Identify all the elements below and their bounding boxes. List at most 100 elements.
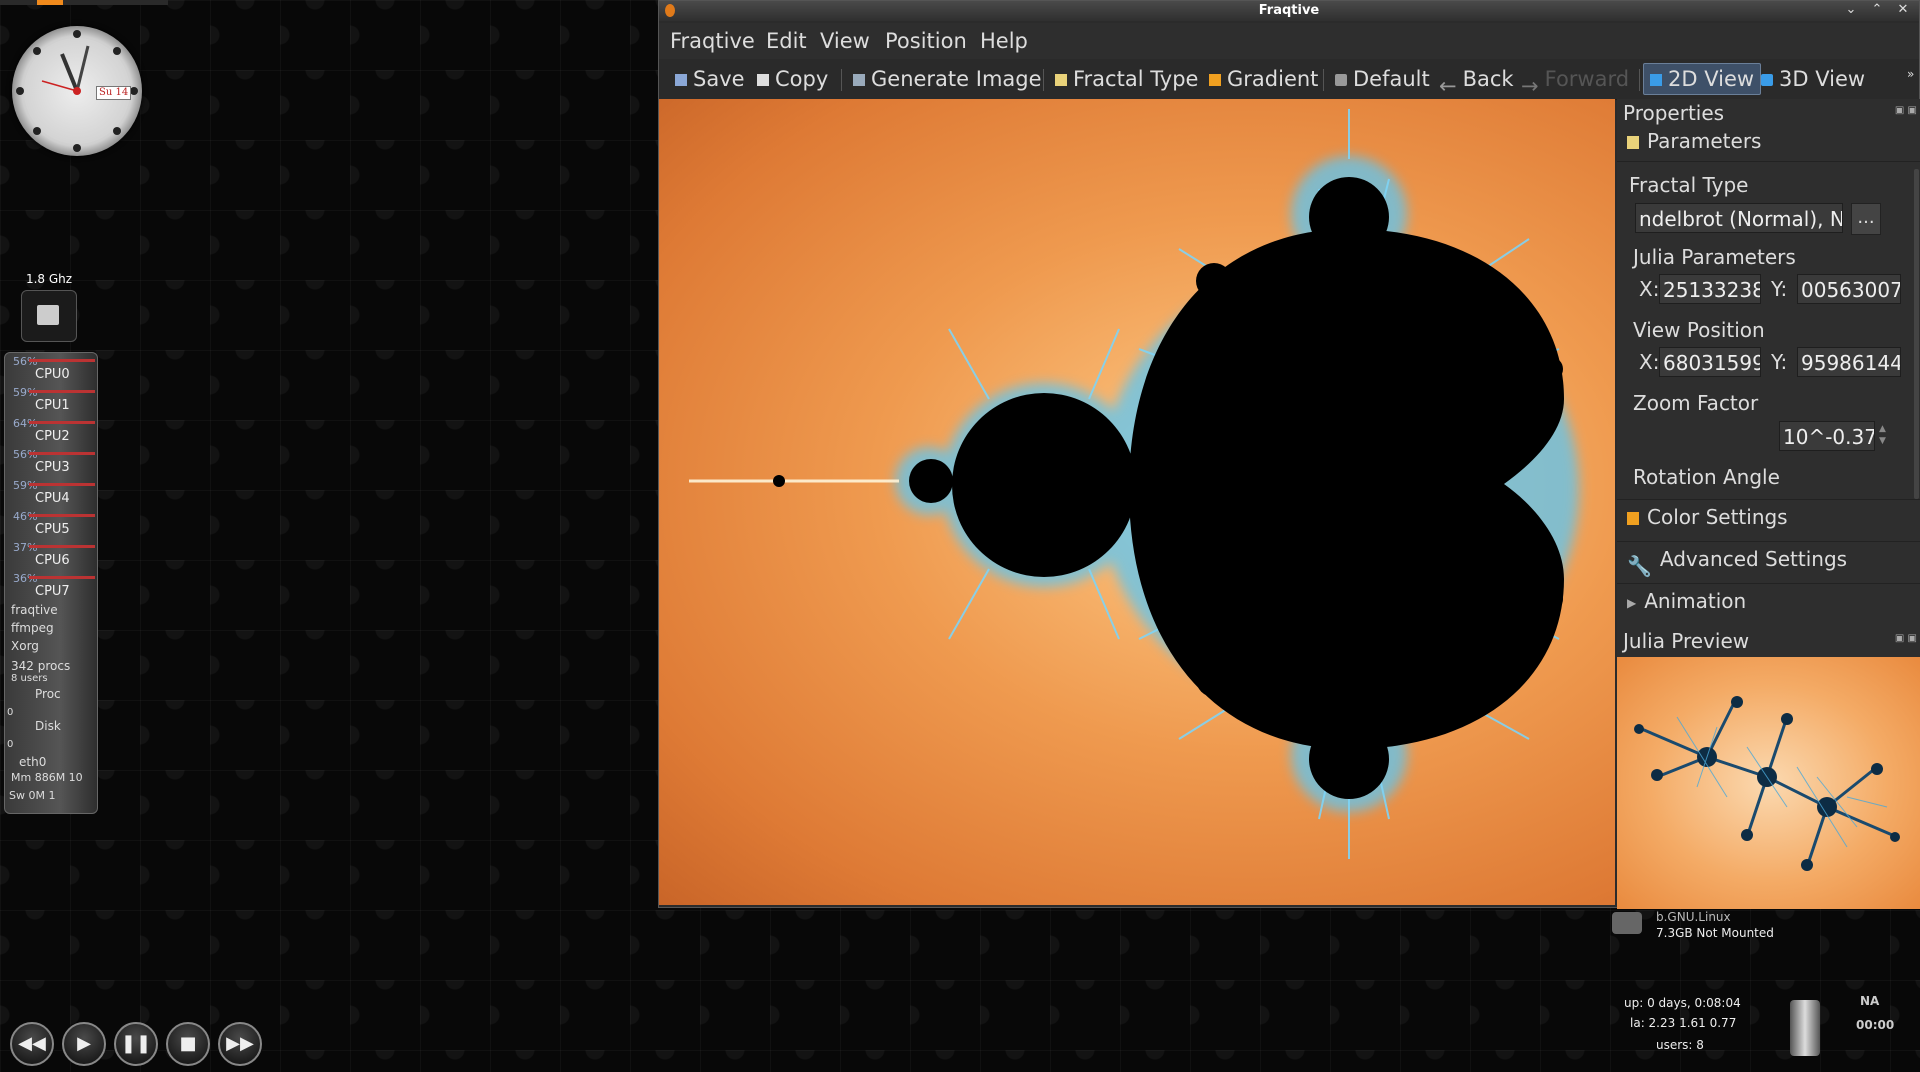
edit-icon <box>1055 74 1067 86</box>
fractal-canvas[interactable] <box>659 99 1615 905</box>
pause-button[interactable]: ❚❚ <box>114 1022 158 1066</box>
julia-preview-canvas[interactable] <box>1617 657 1920 909</box>
process-name: ffmpeg <box>11 621 54 635</box>
back-button[interactable]: ← Back <box>1439 67 1514 98</box>
generate-image-button[interactable]: Generate Image <box>853 67 1042 91</box>
load-average-text: la: 2.23 1.61 0.77 <box>1630 1016 1737 1030</box>
cpu-row: 37% CPU6 <box>9 541 99 571</box>
copy-icon <box>757 74 769 86</box>
gradient-button[interactable]: Gradient <box>1209 67 1318 91</box>
minimize-icon[interactable]: ⌄ <box>1841 2 1861 17</box>
julia-preview-title: Julia Preview <box>1623 629 1750 653</box>
stop-icon: ■ <box>179 1033 197 1054</box>
color-settings-section-header[interactable]: Color Settings <box>1627 505 1788 529</box>
users-text: users: 8 <box>1656 1038 1704 1052</box>
proc-label: Proc <box>35 687 61 701</box>
fractal-type-label: Fractal Type <box>1629 173 1749 197</box>
zoom-factor-label: Zoom Factor <box>1633 391 1759 415</box>
next-button[interactable]: ▶▶ <box>218 1022 262 1066</box>
maximize-icon[interactable]: ⌃ <box>1867 2 1887 17</box>
fast-forward-icon: ▶▶ <box>226 1033 254 1054</box>
forward-button[interactable]: → Forward <box>1521 67 1629 98</box>
memory-usage: Mm 886M 10 <box>11 771 83 784</box>
panel-float-close-icon[interactable]: ▣ ▣ <box>1895 105 1917 116</box>
julia-y-label: Y: <box>1771 277 1788 301</box>
cpu-frequency: 1.8 Ghz <box>25 272 73 286</box>
tab-3d-view[interactable]: 3D View <box>1761 67 1865 91</box>
cpu-row: 59% CPU4 <box>9 479 99 509</box>
animation-section-header[interactable]: ▶ Animation <box>1627 589 1746 613</box>
user-count-small: 8 users <box>11 673 48 684</box>
fractal-type-more-button[interactable]: ... <box>1851 203 1881 235</box>
main-toolbar: Save Copy Generate Image Fractal Type Gr… <box>659 59 1919 100</box>
zoom-factor-spinbox[interactable]: 10^-0.37 <box>1779 421 1875 451</box>
menu-view[interactable]: View <box>820 29 870 53</box>
window-titlebar[interactable]: Fraqtive ⌄ ⌃ ✕ <box>659 1 1919 21</box>
rewind-icon: ◀◀ <box>18 1033 46 1054</box>
menu-fraqtive[interactable]: Fraqtive <box>670 29 755 53</box>
play-button[interactable]: ▶ <box>62 1022 106 1066</box>
weather-time: 00:00 <box>1856 1018 1895 1032</box>
cpu-row: 46% CPU5 <box>9 510 99 540</box>
cpu-row: 56% CPU3 <box>9 448 99 478</box>
cpu-row: 64% CPU2 <box>9 417 99 447</box>
advanced-settings-section-header[interactable]: 🔧 Advanced Settings <box>1627 547 1847 578</box>
previous-button[interactable]: ◀◀ <box>10 1022 54 1066</box>
cube-icon <box>1761 74 1773 86</box>
default-button[interactable]: Default <box>1335 67 1430 91</box>
weather-na: NA <box>1860 994 1880 1008</box>
julia-y-field[interactable]: 00563007 <box>1797 274 1901 304</box>
toolbar-overflow-icon[interactable]: » <box>1907 67 1914 81</box>
julia-x-field[interactable]: 25133238 <box>1659 274 1761 304</box>
disk-label: Disk <box>35 719 61 733</box>
process-name: fraqtive <box>11 603 58 617</box>
view-y-label: Y: <box>1771 350 1788 374</box>
panel-float-close-icon[interactable]: ▣ ▣ <box>1895 633 1917 644</box>
mandelbrot-set <box>689 109 1579 859</box>
fraqtive-window: Fraqtive ⌄ ⌃ ✕ Fraqtive Edit View Positi… <box>658 0 1920 909</box>
play-icon: ▶ <box>77 1033 91 1054</box>
cpu-chip-icon <box>21 290 77 342</box>
play-icon: ▶ <box>1627 596 1637 610</box>
arrow-right-icon: → <box>1521 74 1539 98</box>
rotation-angle-label: Rotation Angle <box>1633 465 1780 489</box>
fractal-type-field[interactable]: ndelbrot (Normal), N=2 <box>1635 203 1843 233</box>
toolbar-separator <box>1043 69 1044 91</box>
stop-button[interactable]: ■ <box>166 1022 210 1066</box>
divider <box>1617 499 1920 500</box>
view-y-field[interactable]: 95986144 <box>1797 347 1901 377</box>
toolbar-separator <box>841 69 842 91</box>
edit-icon <box>1627 136 1639 149</box>
menu-help[interactable]: Help <box>980 29 1028 53</box>
view-position-label: View Position <box>1633 318 1765 342</box>
save-icon <box>675 74 687 86</box>
properties-title: Properties <box>1623 101 1725 125</box>
tab-2d-view[interactable]: 2D View <box>1643 63 1762 95</box>
spin-arrows-icon[interactable]: ▲ ▼ <box>1879 423 1886 447</box>
net-label: eth0 <box>19 755 47 769</box>
panel-stub <box>0 0 168 5</box>
trash-icon[interactable] <box>1790 1000 1820 1056</box>
net-zero: 0 <box>7 739 14 750</box>
properties-scrollbar[interactable] <box>1914 169 1919 499</box>
wrench-icon: 🔧 <box>1627 554 1652 578</box>
view-x-label: X: <box>1639 350 1660 374</box>
save-button[interactable]: Save <box>675 67 745 91</box>
copy-button[interactable]: Copy <box>757 67 828 91</box>
pause-icon: ❚❚ <box>120 1033 152 1054</box>
julia-set <box>1634 696 1900 871</box>
gradient-icon <box>1209 74 1221 86</box>
parameters-section-header[interactable]: Parameters <box>1627 129 1761 153</box>
view-x-field[interactable]: 68031599 <box>1659 347 1761 377</box>
close-icon[interactable]: ✕ <box>1893 2 1913 17</box>
toolbar-separator <box>1323 69 1324 91</box>
cpu-row: 56% CPU0 <box>9 355 99 385</box>
fractal-type-button[interactable]: Fractal Type <box>1055 67 1198 91</box>
square-icon <box>1650 74 1662 86</box>
swap-usage: Sw 0M 1 <box>9 789 56 802</box>
menu-edit[interactable]: Edit <box>766 29 807 53</box>
drive-icon[interactable] <box>1612 912 1642 934</box>
menu-position[interactable]: Position <box>885 29 967 53</box>
divider <box>1617 161 1920 162</box>
drive-name: b.GNU.Linux <box>1656 910 1731 924</box>
